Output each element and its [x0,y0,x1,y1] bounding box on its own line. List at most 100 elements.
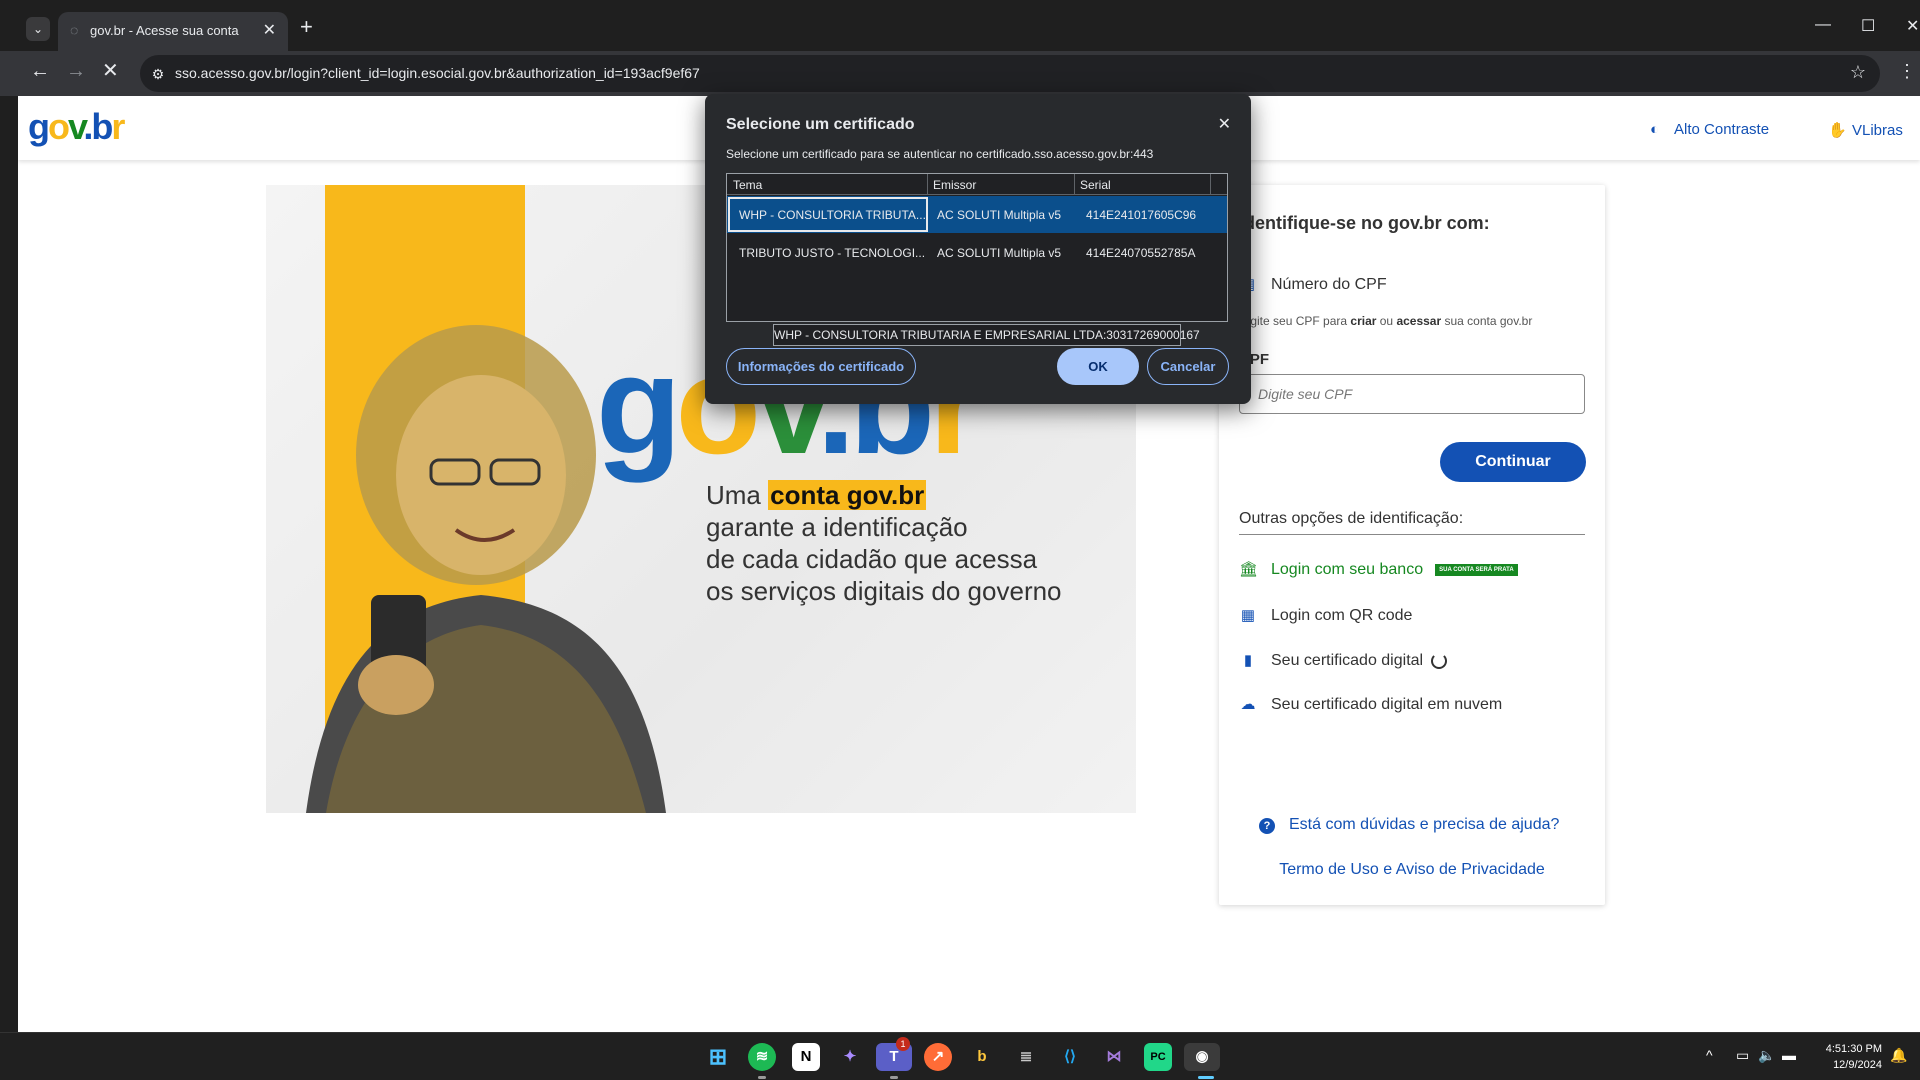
hand-sign-icon: ✋ [1828,122,1847,139]
login-qr-label: Login com QR code [1271,607,1413,624]
certificado-digital-option[interactable]: ▮ Seu certificado digital [1239,651,1448,670]
loading-icon: ◌ [70,22,79,38]
logo-letter: g [28,106,50,147]
clock-date: 12/9/2024 [1833,1059,1882,1071]
certificate-table-header: Tema Emissor Serial [727,174,1227,195]
visual-studio-icon[interactable]: ⋈ [1100,1043,1128,1071]
site-info-icon[interactable]: ⚙ [147,63,169,85]
certificate-info-button[interactable]: Informações do certificado [726,348,916,385]
volume-icon[interactable]: 🔈 [1758,1047,1775,1064]
postman-icon[interactable]: ↗ [924,1043,952,1071]
login-banco-option[interactable]: 🏛 Login com seu banco SUA CONTA SERÁ PRATA [1239,560,1518,579]
usb-key-icon: ▮ [1243,652,1253,669]
tab-close-icon[interactable]: ✕ [263,20,276,40]
tab-search-button[interactable]: ⌄ [26,17,50,41]
bookmark-star-icon[interactable]: ☆ [1850,62,1866,83]
logo-letter: o [48,106,70,147]
notification-bell-icon[interactable]: 🔔 [1890,1047,1907,1064]
running-indicator [758,1076,766,1079]
cancel-button[interactable]: Cancelar [1147,348,1229,385]
dialog-title: Selecione um certificado [726,116,915,133]
certificado-nuvem-label: Seu certificado digital em nuvem [1271,696,1503,713]
minimize-button[interactable]: — [1815,16,1831,34]
help-text-part: ou [1376,314,1397,328]
termo-de-uso-link[interactable]: Termo de Uso e Aviso de Privacidade [1219,861,1605,879]
slogan-prefix: Uma [706,480,769,510]
cert-serial: 414E24070552785A [1086,246,1196,260]
battery-icon[interactable]: ▬ [1782,1047,1796,1063]
loading-spinner-icon [1431,652,1448,669]
certificado-nuvem-option[interactable]: ☁ Seu certificado digital em nuvem [1239,695,1503,714]
continuar-button[interactable]: Continuar [1440,442,1586,482]
prata-badge: SUA CONTA SERÁ PRATA [1435,563,1518,576]
window-close-button[interactable]: ✕ [1906,16,1919,36]
teams-notification-badge: 1 [896,1037,910,1051]
network-icon[interactable]: ▭ [1736,1047,1749,1064]
outras-opcoes-heading: Outras opções de identificação: [1239,510,1585,535]
column-header-tema[interactable]: Tema [733,178,762,192]
show-hidden-icons-icon[interactable]: ^ [1706,1047,1713,1063]
cert-emissor: AC SOLUTI Multipla v5 [937,246,1062,260]
slogan-line: garante a identificação [706,512,968,542]
login-qr-option[interactable]: ▦ Login com QR code [1239,606,1413,625]
certificado-digital-label: Seu certificado digital [1271,652,1424,669]
url-text[interactable]: sso.acesso.gov.br/login?client_id=login.… [175,65,700,81]
column-separator[interactable] [1074,174,1075,195]
dialog-close-icon[interactable]: ✕ [1218,114,1231,134]
clock-time: 4:51:30 PM [1825,1043,1882,1055]
vscode-icon[interactable]: ⟨⟩ [1056,1043,1084,1071]
govbr-logo[interactable]: gov.br [28,106,125,148]
database-icon[interactable]: ≣ [1012,1043,1040,1071]
stop-loading-button[interactable]: ✕ [102,61,119,81]
notion-icon[interactable]: N [792,1043,820,1071]
cpf-option-label: Número do CPF [1271,276,1387,293]
cpf-help-text: Digite seu CPF para criar ou acessar sua… [1239,314,1532,328]
column-separator[interactable] [927,174,928,195]
cert-tema: TRIBUTO JUSTO - TECNOLOGI... [739,246,926,260]
browser-tab[interactable]: ◌ gov.br - Acesse sua conta ✕ [58,12,288,51]
dialog-subtitle: Selecione um certificado para se autenti… [726,147,1154,161]
slogan-highlight: conta gov.br [768,480,927,510]
logo-letter: v [68,106,85,147]
cloud-icon: ☁ [1240,696,1256,713]
qr-code-icon: ▦ [1240,607,1256,624]
browser-toolbar: ← → ✕ ⚙ sso.acesso.gov.br/login?client_i… [0,51,1920,96]
bank-icon: 🏛 [1239,561,1259,578]
cert-tema: WHP - CONSULTORIA TRIBUTA... [739,208,926,222]
browser-menu-button[interactable]: ⋮ [1898,61,1916,82]
maximize-button[interactable]: ☐ [1861,16,1875,36]
bing-icon[interactable]: b [968,1043,996,1071]
login-banco-label: Login com seu banco [1271,561,1424,578]
cpf-option[interactable]: ▤Número do CPF [1239,275,1387,294]
windows-taskbar: ⊞ ≋ N ✦ T 1 ↗ b ≣ ⟨⟩ ⋈ PC ◉ ^ ▭ 🔈 ▬ 4:51… [0,1032,1920,1080]
cert-serial: 414E241017605C96 [1086,208,1197,222]
spotify-icon[interactable]: ≋ [748,1043,776,1071]
certificate-row[interactable]: TRIBUTO JUSTO - TECNOLOGI... AC SOLUTI M… [727,234,1227,271]
slogan-line: os serviços digitais do governo [706,576,1062,606]
vlibras-link[interactable]: ✋ VLibras [1828,121,1903,139]
certificate-selection-dialog: Selecione um certificado ✕ Selecione um … [705,94,1251,404]
column-header-serial[interactable]: Serial [1080,178,1111,192]
cert-emissor: AC SOLUTI Multipla v5 [937,208,1062,222]
forward-button[interactable]: → [66,61,86,81]
system-clock[interactable]: 4:51:30 PM 12/9/2024 [1812,1041,1882,1073]
logo-letter: r [111,106,125,147]
ajuda-link[interactable]: ? Está com dúvidas e precisa de ajuda? [1259,816,1559,834]
back-button[interactable]: ← [30,61,50,81]
help-text-acessar: acessar [1396,314,1442,328]
address-bar[interactable]: ⚙ sso.acesso.gov.br/login?client_id=logi… [140,55,1880,92]
chrome-icon[interactable]: ◉ [1184,1043,1220,1071]
help-text-criar: criar [1350,314,1377,328]
alto-contraste-link[interactable]: ◐ Alto Contraste [1650,121,1769,138]
windows-start-icon[interactable]: ⊞ [704,1043,732,1071]
vlibras-label: VLibras [1852,122,1903,139]
cpf-input[interactable] [1239,374,1585,414]
contrast-icon: ◐ [1650,121,1660,138]
new-tab-button[interactable]: + [300,16,313,38]
column-header-emissor[interactable]: Emissor [933,178,976,192]
column-separator[interactable] [1210,174,1211,195]
pycharm-icon[interactable]: PC [1144,1043,1172,1071]
sparkle-app-icon[interactable]: ✦ [836,1043,864,1071]
ok-button[interactable]: OK [1057,348,1139,385]
certificate-row[interactable]: WHP - CONSULTORIA TRIBUTA... AC SOLUTI M… [727,196,1227,233]
